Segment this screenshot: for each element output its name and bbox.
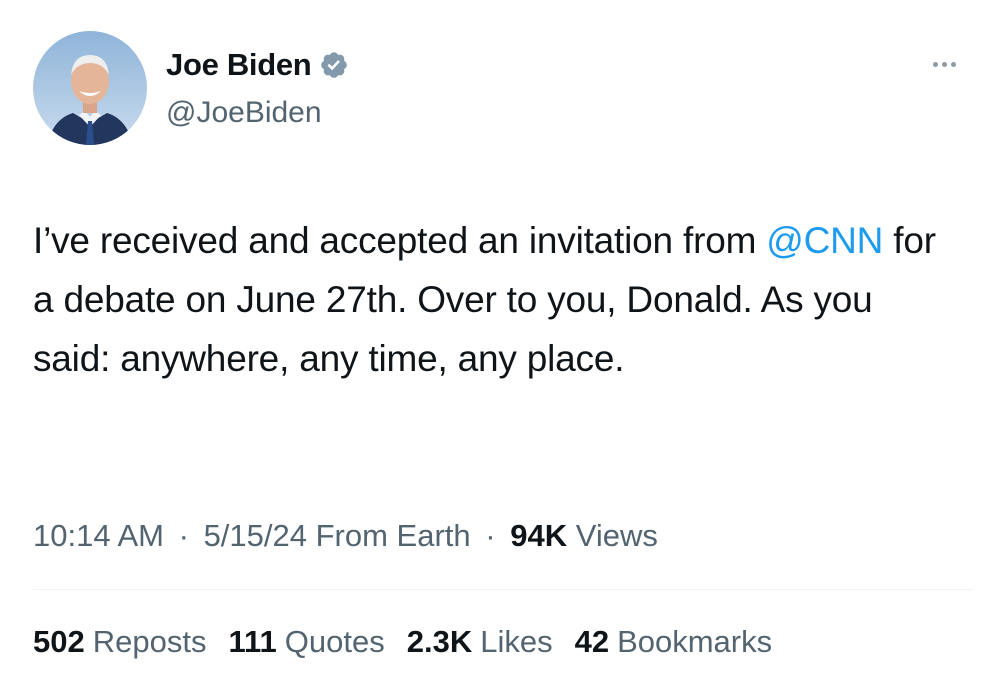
tweet-text-before: I’ve received and accepted an invitation… [33,220,767,261]
dot-icon [941,61,947,67]
likes-count: 2.3K [406,624,473,659]
reposts-label: Reposts [92,624,207,659]
divider [33,589,973,590]
quotes-label: Quotes [284,624,385,659]
verified-badge-icon [319,50,349,80]
author-handle[interactable]: @JoeBiden [166,94,322,132]
likes-stat[interactable]: 2.3K Likes [407,620,553,664]
tweet-date[interactable]: 5/15/24 [204,518,307,553]
bookmarks-label: Bookmarks [617,624,773,659]
reposts-count: 502 [33,624,85,659]
more-options-icon[interactable] [922,54,966,74]
meta-separator: · [485,518,496,553]
views-label: Views [575,518,658,553]
engagement-stats: 502 Reposts 111 Quotes 2.3K Likes 42 Bookmar… [33,620,772,664]
avatar[interactable] [33,31,147,145]
avatar-image [33,31,147,145]
mention-link[interactable]: @CNN [766,220,883,261]
meta-separator: · [178,518,189,553]
quotes-stat[interactable]: 111 Quotes [228,620,384,664]
author-name-row[interactable]: Joe Biden [166,46,349,84]
tweet-source: From Earth [315,518,471,553]
bookmarks-stat[interactable]: 42 Bookmarks [575,620,773,664]
dot-icon [950,61,956,67]
tweet-text: I’ve received and accepted an invitation… [33,211,953,388]
tweet-time[interactable]: 10:14 AM [33,518,164,553]
author-display-name[interactable]: Joe Biden [166,46,312,84]
reposts-stat[interactable]: 502 Reposts [33,620,206,664]
dot-icon [932,61,938,67]
tweet-meta: 10:14 AM · 5/15/24 From Earth · 94K View… [33,514,658,558]
likes-label: Likes [480,624,553,659]
bookmarks-count: 42 [574,624,610,659]
views-count: 94K [510,518,568,553]
quotes-count: 111 [228,624,277,659]
